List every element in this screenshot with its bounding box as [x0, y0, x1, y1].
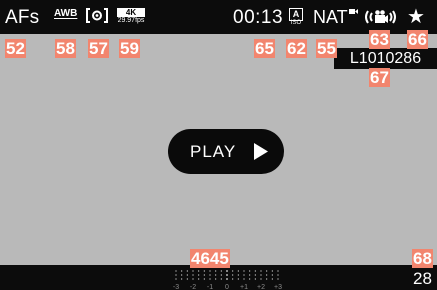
film-style-label: NAT: [313, 7, 348, 27]
frame-rate-label: 29.97fps: [117, 17, 145, 24]
callout-68: 68: [412, 249, 433, 268]
play-button[interactable]: PLAY: [168, 129, 284, 174]
image-count: 28: [413, 269, 432, 288]
callout-63: 63: [369, 30, 390, 49]
callout-58: 58: [55, 39, 76, 58]
play-triangle-icon: [254, 143, 268, 160]
exposure-scale-label: 0: [225, 284, 229, 290]
callout-66: 66: [407, 30, 428, 49]
callout-55: 55: [316, 39, 337, 58]
star-icon: ★: [407, 6, 425, 28]
iso-sub-label: ISO: [290, 20, 302, 26]
exposure-scale-label: +1: [240, 284, 248, 290]
callout-67: 67: [369, 68, 390, 87]
exposure-scale-label: +3: [274, 284, 282, 290]
camera-playback-screen: AFs AWB 4K 29.97fps 00:13 A ISO NAT ★ L1…: [0, 0, 437, 290]
callout-52: 52: [5, 39, 26, 58]
file-name-label: L1010286: [334, 48, 437, 69]
video-stabilization-icon: [362, 6, 398, 28]
status-bar-top: AFs AWB 4K 29.97fps 00:13 A ISO NAT ★: [0, 0, 437, 34]
exposure-scale: -3 -2 -1 0 +1 +2 +3: [173, 270, 282, 290]
callout-4645: 4645: [190, 249, 230, 268]
play-button-label: PLAY: [190, 142, 237, 161]
video-resolution-indicator: 4K 29.97fps: [117, 8, 145, 25]
exposure-scale-label: +2: [257, 284, 265, 290]
exposure-scale-label: -2: [190, 284, 196, 290]
callout-65: 65: [254, 39, 275, 58]
resolution-label: 4K: [117, 8, 145, 17]
af-mode-indicator: AFs: [5, 7, 40, 28]
video-camera-icon: [348, 9, 358, 14]
iso-indicator: A ISO: [288, 8, 304, 27]
spot-metering-icon: [86, 8, 108, 23]
callout-59: 59: [119, 39, 140, 58]
recording-time: 00:13: [233, 7, 284, 28]
exposure-scale-label: -1: [207, 284, 213, 290]
exposure-scale-label: -3: [173, 284, 179, 290]
film-style-indicator: NAT: [313, 7, 358, 28]
callout-62: 62: [286, 39, 307, 58]
callout-57: 57: [88, 39, 109, 58]
white-balance-indicator: AWB: [54, 8, 78, 19]
